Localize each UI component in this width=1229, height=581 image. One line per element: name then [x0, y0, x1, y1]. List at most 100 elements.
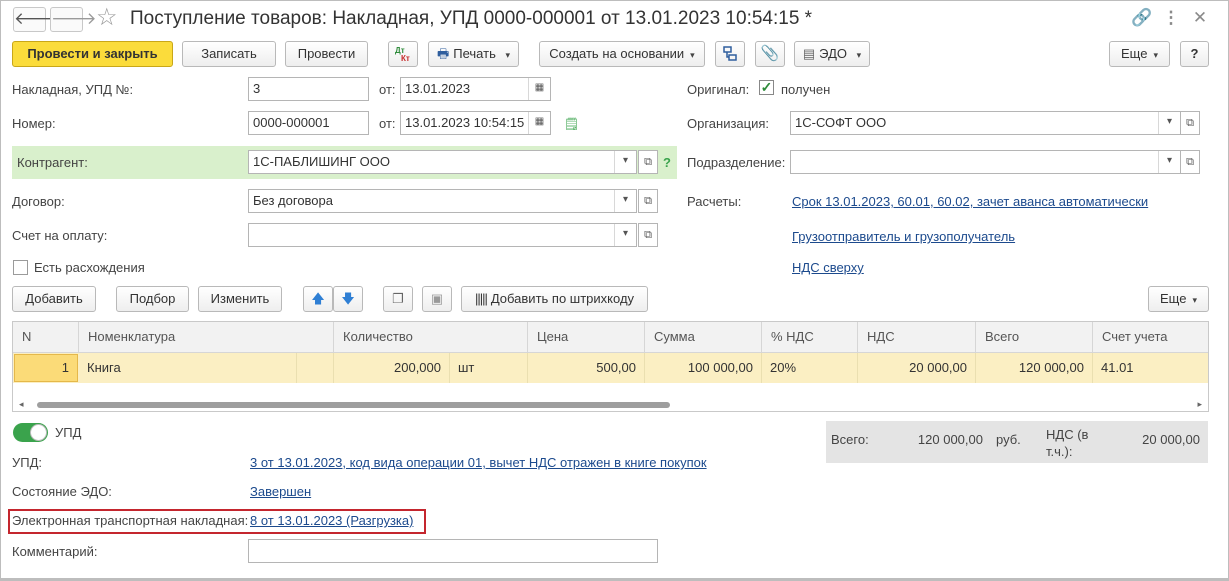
organization-input[interactable]: 1С-СОФТ ООО ▾ [790, 111, 1181, 135]
scroll-right-icon[interactable]: ▸ [1197, 399, 1202, 410]
print-button[interactable]: 🖶 Печать [428, 41, 519, 67]
counterparty-label: Контрагент: [17, 155, 88, 170]
forward-arrow-icon[interactable]: 🡒 [50, 7, 97, 32]
cell-total[interactable]: 120 000,00 [976, 353, 1093, 383]
back-arrow-icon[interactable]: 🡐 [13, 7, 60, 32]
column-header-total[interactable]: Всего [976, 322, 1093, 353]
counterparty-input[interactable]: 1С-ПАБЛИШИНГ ООО ▾ [248, 150, 637, 174]
link-icon[interactable]: 🔗 [1131, 8, 1152, 28]
organization-label: Организация: [687, 116, 770, 131]
save-button[interactable]: Записать [182, 41, 276, 67]
cell-price[interactable]: 500,00 [528, 353, 645, 383]
dt-kt-icon[interactable]: Дт Кт [388, 41, 418, 67]
invoice-date-input[interactable]: 13.01.2023 ▦ [400, 77, 551, 101]
calendar-icon[interactable]: ▦ [528, 78, 550, 100]
discrepancy-checkbox[interactable] [13, 260, 28, 275]
chevron-down-icon[interactable]: ▾ [614, 190, 636, 212]
more-label: Еще [1121, 46, 1148, 61]
help-button[interactable]: ? [1180, 41, 1209, 67]
open-icon[interactable]: ⧉ [638, 189, 658, 213]
cell-vat[interactable]: 20 000,00 [858, 353, 976, 383]
calendar-icon[interactable]: ▦ [528, 112, 550, 134]
help-icon[interactable]: ? [663, 155, 671, 170]
column-header-account[interactable]: Счет учета [1093, 322, 1208, 353]
move-up-icon[interactable]: 🡅 [303, 286, 333, 312]
horizontal-scrollbar[interactable]: ◂ ▸ [13, 398, 1208, 411]
cell-vat-rate[interactable]: 20% [762, 353, 858, 383]
cell-item-char[interactable] [297, 353, 334, 383]
more-button[interactable]: Еще [1109, 41, 1170, 67]
cell-n[interactable]: 1 [14, 354, 78, 382]
cell-unit[interactable]: шт [450, 353, 528, 383]
invoice-number-input[interactable]: 3 [248, 77, 369, 101]
change-button[interactable]: Изменить [198, 286, 282, 312]
favorite-star-icon[interactable]: ☆ [96, 5, 118, 31]
dt-kt-glyph: Дт Кт [395, 46, 410, 63]
copy-icon[interactable]: ❐ [383, 286, 413, 312]
settlements-link[interactable]: Срок 13.01.2023, 60.01, 60.02, зачет ава… [792, 194, 1148, 209]
attachment-icon[interactable]: 📎 [755, 41, 785, 67]
column-header-sum[interactable]: Сумма [645, 322, 762, 353]
open-icon[interactable]: ⧉ [1180, 111, 1200, 135]
document-check-icon[interactable]: 🗒 [564, 117, 579, 131]
cell-item[interactable]: Книга [79, 353, 297, 383]
invoice-date-value: 13.01.2023 [405, 81, 471, 96]
edo-state-label: Состояние ЭДО: [12, 484, 112, 499]
chevron-down-icon[interactable]: ▾ [1158, 151, 1180, 173]
organization-value: 1С-СОФТ ООО [795, 115, 887, 130]
original-received-checkbox[interactable]: ✓ [759, 80, 774, 95]
post-and-close-button[interactable]: Провести и закрыть [12, 41, 173, 67]
vat-on-top-link[interactable]: НДС сверху [792, 260, 864, 275]
open-icon[interactable]: ⧉ [638, 150, 658, 174]
edo-icon: ▤ [802, 46, 816, 61]
scrollbar-thumb[interactable] [37, 402, 670, 408]
payment-invoice-label: Счет на оплату: [12, 228, 108, 243]
edo-state-link[interactable]: Завершен [250, 484, 311, 499]
create-based-on-button[interactable]: Создать на основании [539, 41, 705, 67]
column-header-n[interactable]: N [13, 322, 79, 353]
upd-toggle[interactable] [13, 423, 48, 442]
move-down-icon[interactable]: 🡇 [333, 286, 363, 312]
table-more-button[interactable]: Еще [1148, 286, 1209, 312]
column-header-item[interactable]: Номенклатура [79, 322, 334, 353]
etn-link[interactable]: 8 от 13.01.2023 (Разгрузка) [250, 513, 413, 528]
edo-button[interactable]: ▤ ЭДО [794, 41, 870, 67]
add-by-barcode-button[interactable]: ||||| Добавить по штрихкоду [461, 286, 648, 312]
add-row-button[interactable]: Добавить [12, 286, 96, 312]
contract-input[interactable]: Без договора ▾ [248, 189, 637, 213]
column-header-vat-rate[interactable]: % НДС [762, 322, 858, 353]
column-header-vat[interactable]: НДС [858, 322, 976, 353]
cell-account[interactable]: 41.01 [1093, 353, 1208, 383]
vat-included-label-line1: НДС (в [1046, 427, 1089, 442]
payment-invoice-input[interactable]: ▾ [248, 223, 637, 247]
paste-icon[interactable]: ▣ [422, 286, 452, 312]
upd-toggle-label: УПД [55, 425, 82, 440]
open-icon[interactable]: ⧉ [1180, 150, 1200, 174]
discrepancy-label: Есть расхождения [34, 260, 145, 275]
etn-label: Электронная транспортная накладная: [12, 513, 249, 528]
number-date-input[interactable]: 13.01.2023 10:54:15 ▦ [400, 111, 551, 135]
column-header-price[interactable]: Цена [528, 322, 645, 353]
original-received-label: получен [781, 82, 831, 97]
select-button[interactable]: Подбор [116, 286, 189, 312]
post-button[interactable]: Провести [285, 41, 368, 67]
column-header-qty[interactable]: Количество [334, 322, 528, 353]
cell-qty[interactable]: 200,000 [334, 353, 450, 383]
chevron-down-icon[interactable]: ▾ [1158, 112, 1180, 134]
comment-input[interactable] [248, 539, 658, 563]
cell-sum[interactable]: 100 000,00 [645, 353, 762, 383]
division-label: Подразделение: [687, 155, 786, 170]
shipper-consignee-link[interactable]: Грузоотправитель и грузополучатель [792, 229, 1015, 244]
open-icon[interactable]: ⧉ [638, 223, 658, 247]
scroll-left-icon[interactable]: ◂ [19, 399, 24, 410]
close-icon[interactable]: ✕ [1190, 8, 1210, 28]
chevron-down-icon[interactable]: ▾ [614, 151, 636, 173]
division-input[interactable]: ▾ [790, 150, 1181, 174]
counterparty-value: 1С-ПАБЛИШИНГ ООО [253, 154, 391, 169]
number-input[interactable]: 0000-000001 [248, 111, 369, 135]
kebab-menu-icon[interactable]: ⋮ [1161, 8, 1181, 28]
table-row[interactable]: 1 Книга 200,000 шт 500,00 100 000,00 20%… [13, 353, 1208, 383]
chevron-down-icon[interactable]: ▾ [614, 224, 636, 246]
structure-icon[interactable] [715, 41, 745, 67]
upd-link[interactable]: 3 от 13.01.2023, код вида операции 01, в… [250, 455, 707, 470]
